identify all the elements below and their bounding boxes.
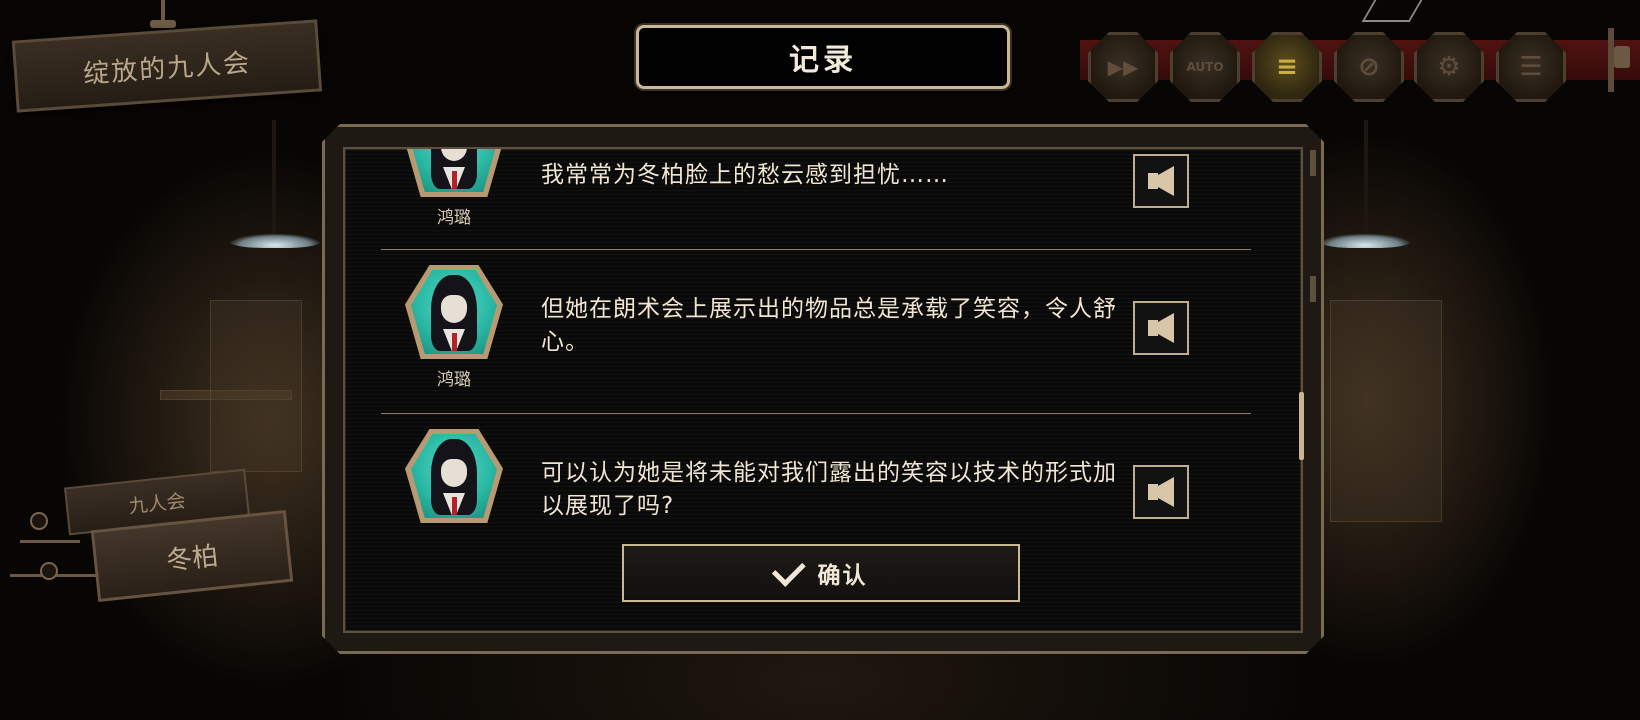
scrollbar-thumb[interactable] [1299,392,1304,460]
log-title: 记录 [636,25,1010,89]
gear-icon: ⚙ [1437,52,1461,82]
cabinet-left [210,300,302,472]
auto-icon: AUTO [1186,60,1224,74]
settings-button[interactable]: ⚙ [1414,32,1484,102]
speaker-icon [1158,313,1174,343]
panel-side-notch [1310,150,1316,176]
skip-button[interactable]: ⊘ [1334,32,1404,102]
speaker-icon [1158,166,1174,196]
log-icon: ≡ [1276,52,1298,82]
check-icon [771,552,806,587]
speaker-icon-body [1148,484,1158,500]
voice-replay-button[interactable] [1133,301,1189,355]
log-button[interactable]: ≡ [1252,32,1322,102]
tag-pin-icon [30,512,48,530]
speaker-portrait [405,147,503,197]
dialogue-text: 可以认为她是将未能对我们露出的笑容以技术的形式加以展现了吗? [541,460,1117,519]
dialogue-text: 我常常为冬柏脸上的愁云感到担忧…… [541,162,949,188]
speaker-name: 鸿璐 [437,208,471,228]
menu-button[interactable]: ☰ [1496,32,1566,102]
sign-hanger [150,0,176,30]
skip-disabled-icon: ⊘ [1358,52,1380,82]
confirm-button[interactable]: 确认 [622,544,1020,602]
tag-rod-top [20,540,80,543]
speaker-icon-body [1148,320,1158,336]
speaker-portrait [405,429,503,523]
speaker-icon-body [1148,173,1158,189]
lamp-cord-right [1364,120,1368,238]
speaker-name: 鸿璐 [437,370,471,390]
speaker-portrait [405,265,503,359]
toolbar-end-knob[interactable] [1614,46,1630,68]
log-entry: 鸿璐 但她在朗术会上展示出的物品总是承载了笑容，令人舒心。 [345,249,1301,409]
lamp-cord-left [272,120,276,238]
voice-replay-button[interactable] [1133,465,1189,519]
cabinet-right [1330,300,1442,522]
voice-replay-button[interactable] [1133,154,1189,208]
auto-button[interactable]: AUTO [1170,32,1240,102]
panel-side-notch [1310,276,1316,302]
lamp-right [1320,234,1410,248]
speaker-icon [1158,477,1174,507]
fast-forward-icon: ▶▶ [1107,55,1139,79]
log-entry: 鸿璐 我常常为冬柏脸上的愁云感到担忧…… [345,147,1301,179]
confirm-label: 确认 [817,563,868,589]
menu-icon: ☰ [1519,52,1543,82]
dialogue-text: 但她在朗术会上展示出的物品总是承载了笑容，令人舒心。 [541,296,1117,355]
tag-pin-icon [40,562,58,580]
lamp-left [230,234,320,248]
fast-forward-button[interactable]: ▶▶ [1088,32,1158,102]
